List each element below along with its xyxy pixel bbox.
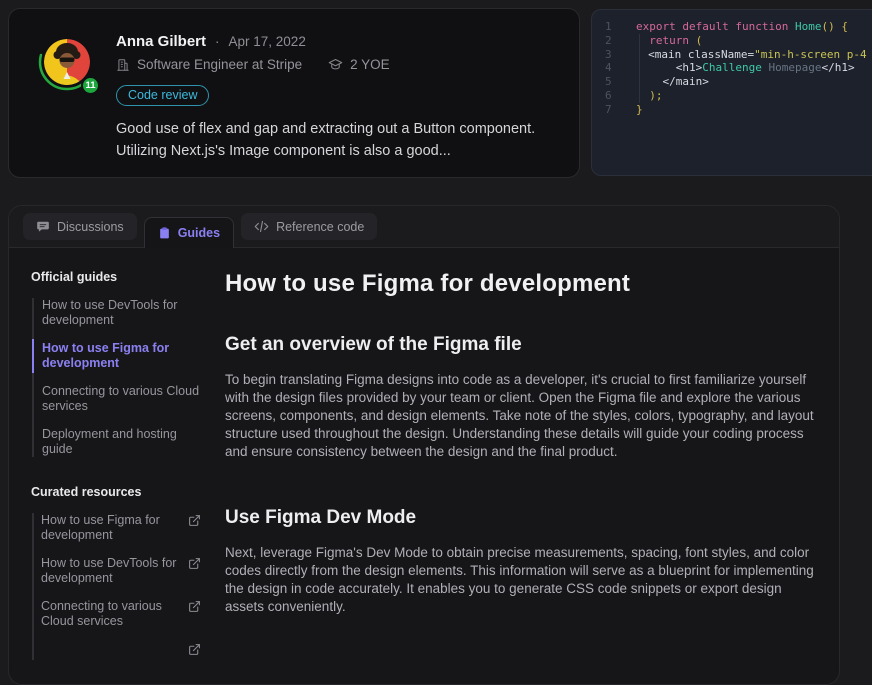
tab-label: Discussions [57, 220, 124, 234]
clipboard-icon [158, 226, 171, 240]
sidebar-item-figma-guide[interactable]: How to use Figma for development [41, 341, 207, 371]
code-line: 3 <main className="min-h-screen p-4 flex… [592, 48, 872, 62]
tab-guides[interactable]: Guides [144, 217, 234, 248]
official-guides-title: Official guides [31, 270, 207, 284]
guides-panel: Discussions Guides Reference code Offici… [8, 205, 840, 685]
code-line: 6 ); [592, 89, 872, 103]
line-number: 2 [592, 34, 626, 48]
tab-discussions[interactable]: Discussions [23, 213, 137, 240]
section-body-overview: To begin translating Figma designs into … [225, 371, 819, 461]
line-number: 7 [592, 103, 626, 117]
author-row: Anna Gilbert · Apr 17, 2022 [116, 33, 555, 50]
review-card[interactable]: 11 Anna Gilbert · Apr 17, 2022 Software … [8, 8, 580, 178]
code-line: 2 return ( [592, 34, 872, 48]
review-excerpt: Good use of flex and gap and extracting … [116, 118, 555, 162]
resource-link-devtools[interactable]: How to use DevTools for development [41, 556, 207, 586]
resource-label: Connecting to various Cloud services [41, 599, 182, 629]
resource-link-cloud[interactable]: Connecting to various Cloud services [41, 599, 207, 629]
graduation-cap-icon [328, 57, 343, 72]
external-link-icon [188, 600, 201, 617]
resource-label: How to use Figma for development [41, 513, 182, 543]
avatar-count-badge: 11 [81, 76, 100, 95]
tab-strip: Discussions Guides Reference code [9, 206, 839, 248]
line-number: 4 [592, 61, 626, 75]
chat-icon [36, 220, 50, 234]
avatar: 11 [38, 33, 96, 91]
curated-resources-title: Curated resources [31, 485, 207, 499]
building-icon [116, 58, 130, 72]
official-guides-list: How to use DevTools for development How … [32, 298, 207, 457]
external-link-icon [188, 643, 201, 660]
external-link-icon [188, 514, 201, 531]
code-editor: 1 export default function Home() { 2 ret… [591, 9, 872, 176]
author-name: Anna Gilbert [116, 33, 206, 50]
resource-link-partial[interactable] [41, 642, 207, 660]
line-number: 5 [592, 75, 626, 89]
line-number: 6 [592, 89, 626, 103]
section-body-devmode: Next, leverage Figma's Dev Mode to obtai… [225, 544, 819, 616]
tab-reference-code[interactable]: Reference code [241, 213, 377, 240]
article-title: How to use Figma for development [225, 270, 819, 298]
code-review-badge: Code review [116, 85, 209, 106]
curated-resources-list: How to use Figma for development How to … [32, 513, 207, 660]
line-number: 1 [592, 20, 626, 34]
code-line: 7 } [592, 103, 872, 117]
tab-label: Reference code [276, 220, 364, 234]
date-separator: · [215, 34, 220, 49]
code-icon [254, 220, 269, 233]
section-heading-overview: Get an overview of the Figma file [225, 334, 819, 356]
sidebar-item-cloud-guide[interactable]: Connecting to various Cloud services [41, 384, 207, 414]
line-number: 3 [592, 48, 612, 62]
code-line: 5 </main> [592, 75, 872, 89]
author-experience: 2 YOE [350, 57, 390, 72]
post-date: Apr 17, 2022 [229, 34, 306, 49]
code-line: 4 <h1>Challenge Homepage</h1> [592, 61, 872, 75]
author-meta-row: Software Engineer at Stripe 2 YOE [116, 57, 555, 72]
code-line: 1 export default function Home() { [592, 20, 872, 34]
external-link-icon [188, 557, 201, 574]
resource-link-figma[interactable]: How to use Figma for development [41, 513, 207, 543]
sidebar-item-deployment-guide[interactable]: Deployment and hosting guide [41, 427, 207, 457]
article: How to use Figma for development Get an … [225, 270, 839, 660]
author-role: Software Engineer at Stripe [137, 57, 302, 72]
sidebar-item-devtools-guide[interactable]: How to use DevTools for development [41, 298, 207, 328]
section-heading-devmode: Use Figma Dev Mode [225, 507, 819, 529]
tab-label: Guides [178, 226, 220, 240]
indent-guide [639, 34, 640, 103]
resource-label: How to use DevTools for development [41, 556, 182, 586]
guides-sidebar: Official guides How to use DevTools for … [31, 270, 207, 660]
